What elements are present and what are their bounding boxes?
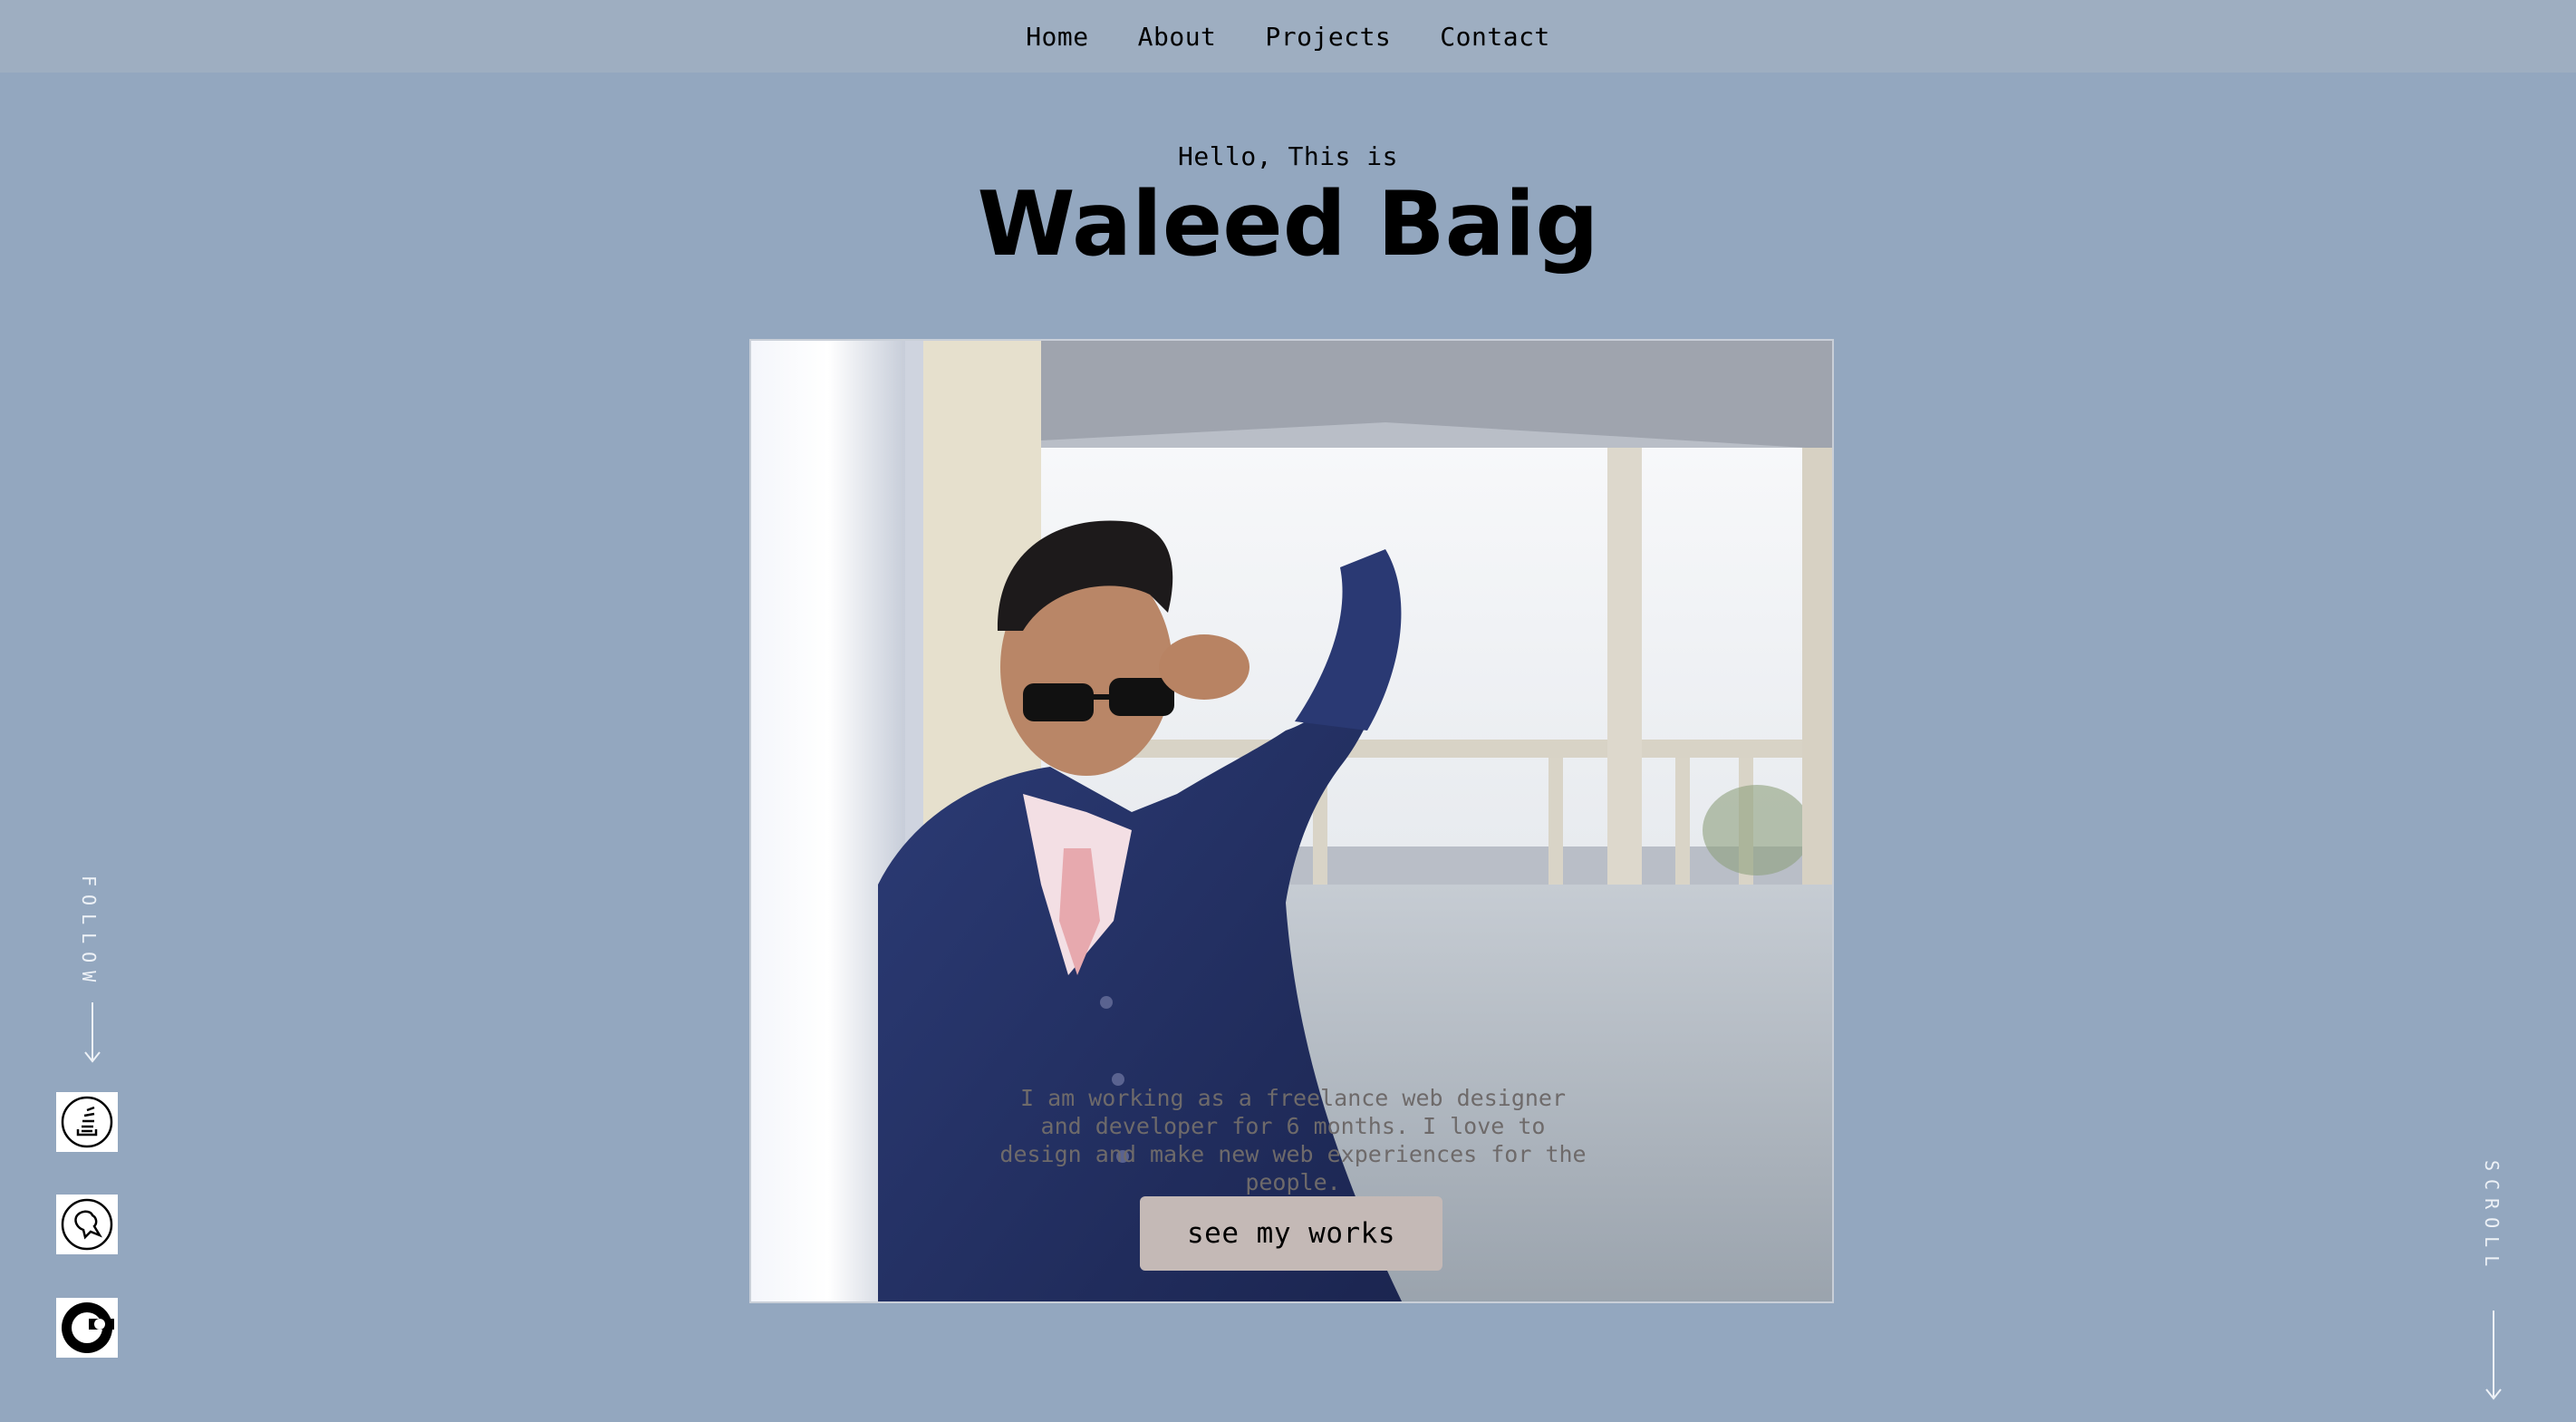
down-arrow-icon [84,1002,101,1063]
nav-about-link[interactable]: About [1138,22,1217,52]
stackoverflow-icon[interactable] [56,1092,118,1152]
follow-label: FOLLOW [78,875,100,991]
nav-contact-link[interactable]: Contact [1440,22,1550,52]
codepen-like-icon[interactable] [56,1195,118,1254]
hero-greeting: Hello, This is [1177,141,1398,171]
nav-projects-link[interactable]: Projects [1265,22,1391,52]
scroll-label: SCROLL [2481,1160,2503,1275]
nav-home-link[interactable]: Home [1026,22,1088,52]
see-my-works-button[interactable]: see my works [1140,1196,1442,1271]
scroll-down-arrow-icon [2485,1311,2502,1400]
hero-bio: I am working as a freelance web designer… [999,1085,1587,1195]
github-like-icon[interactable] [56,1298,118,1358]
hero-name: Waleed Baig [977,173,1599,276]
top-navigation: Home About Projects Contact [0,0,2576,73]
